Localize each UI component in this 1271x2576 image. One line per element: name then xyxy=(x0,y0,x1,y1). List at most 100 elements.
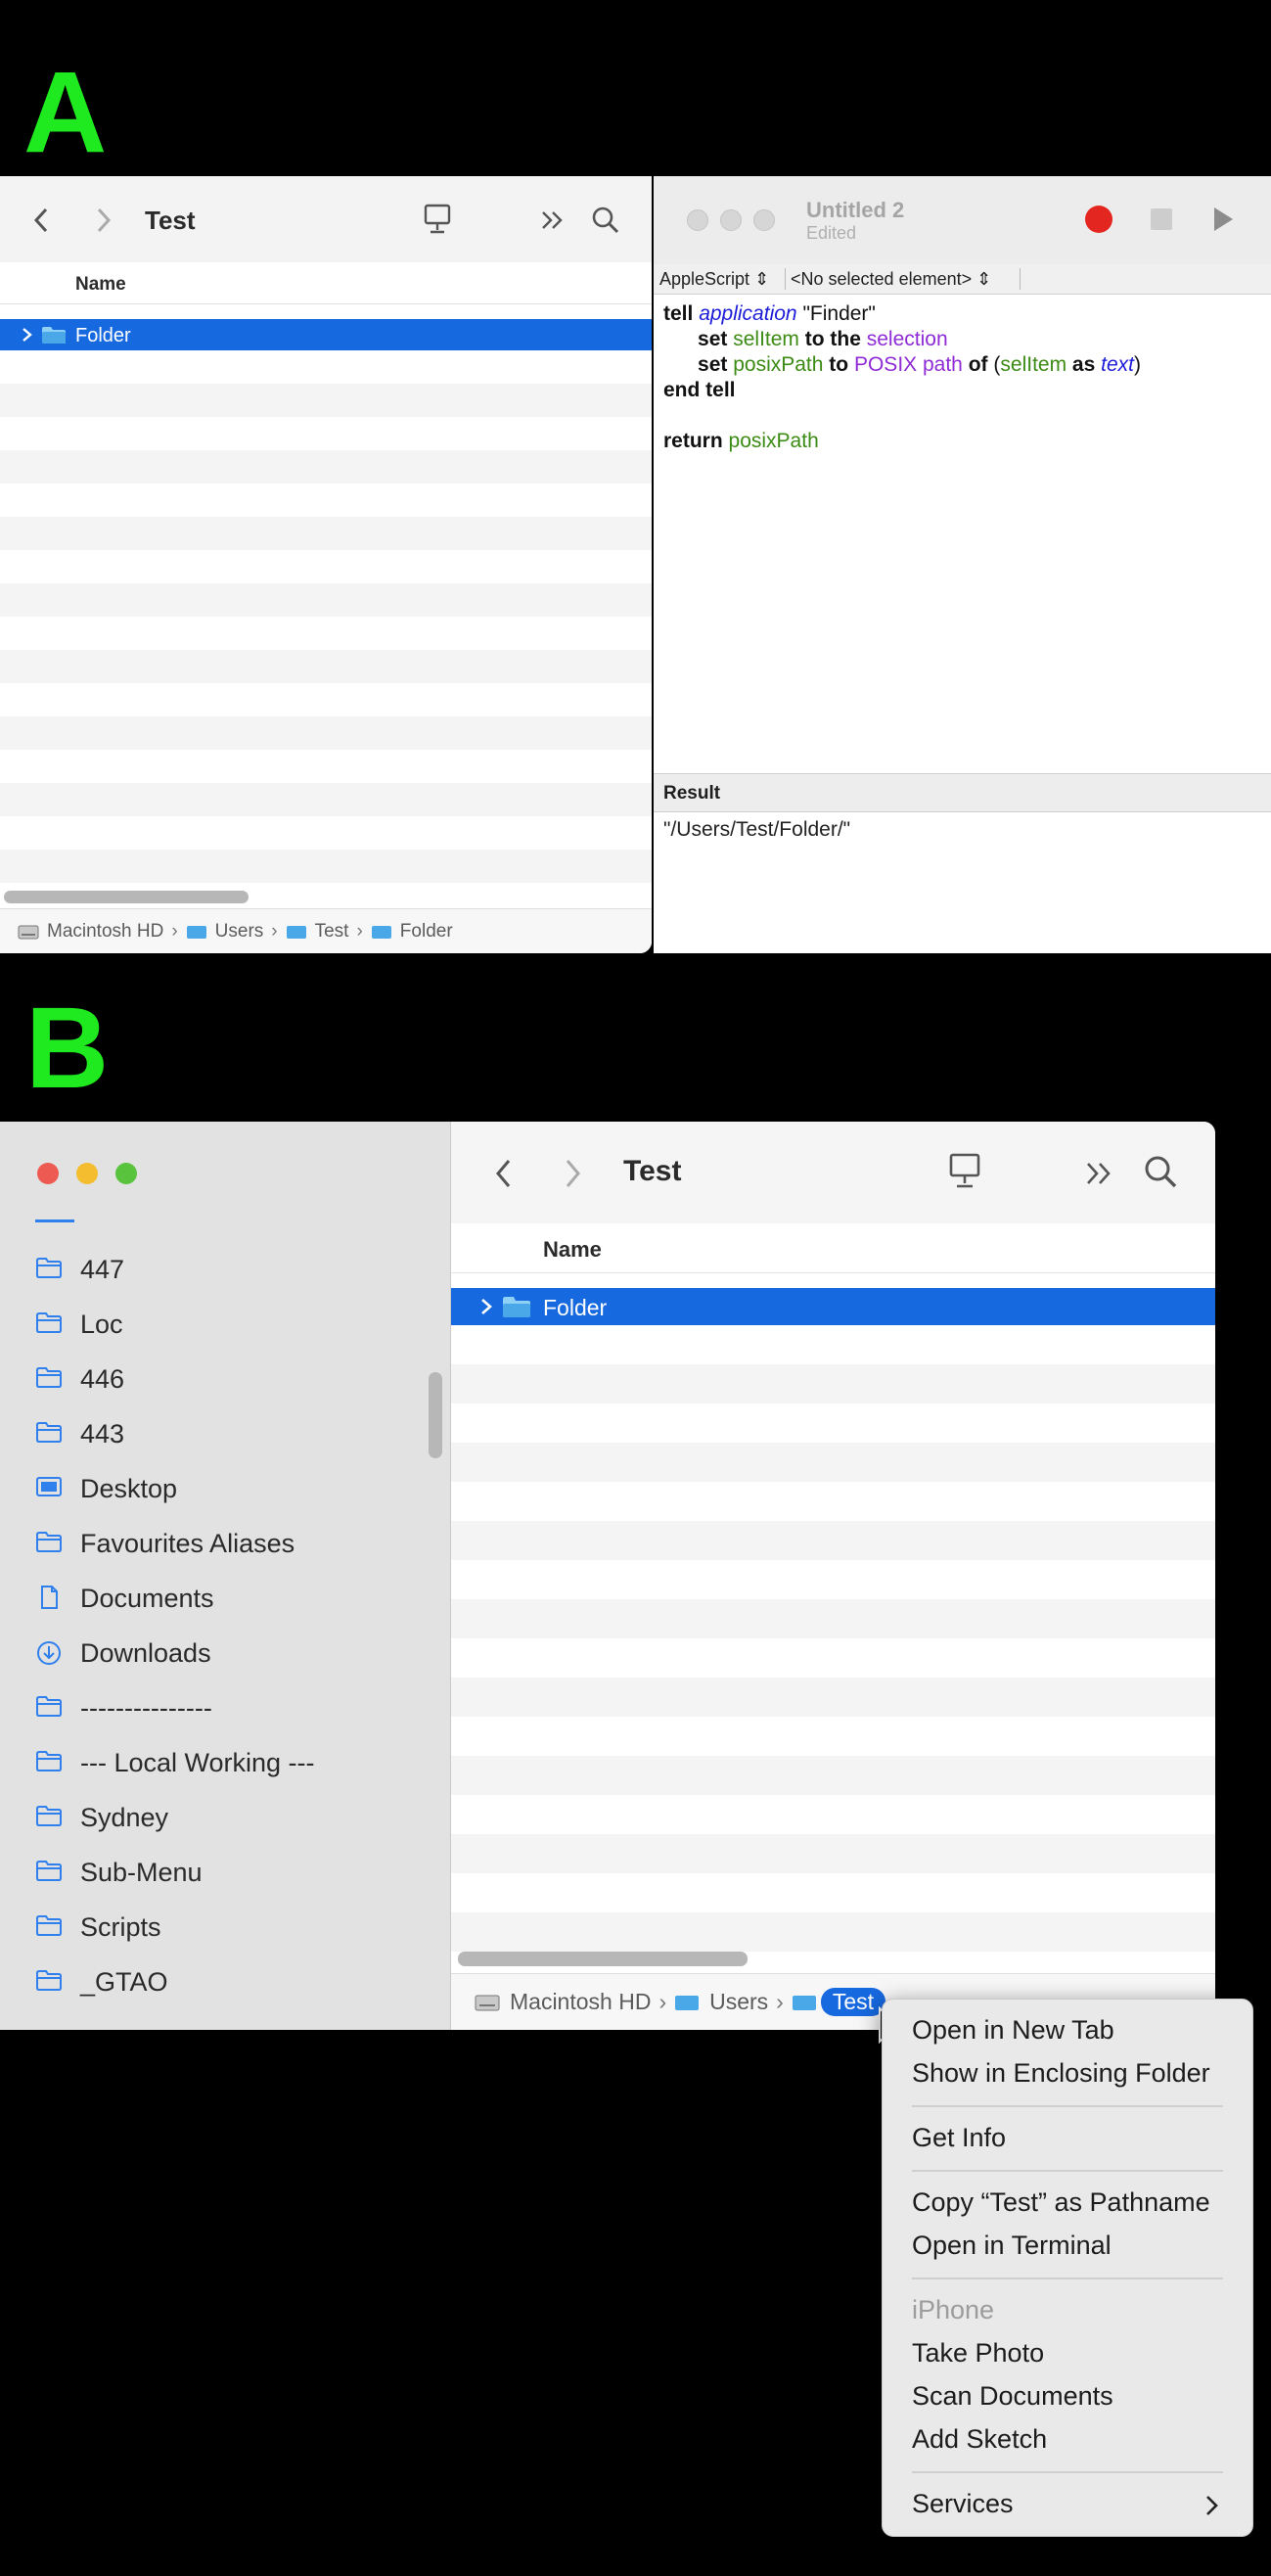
more-toolbar-icon[interactable] xyxy=(540,209,566,231)
script-code-editor[interactable]: tell application "Finder" set selItem to… xyxy=(663,301,1141,454)
sidebar-item[interactable]: --- Local Working --- xyxy=(35,1743,315,1782)
sidebar-item[interactable]: Sydney xyxy=(35,1798,168,1837)
back-icon[interactable] xyxy=(33,207,49,233)
horizontal-scrollbar[interactable] xyxy=(458,1952,748,1966)
close-button[interactable] xyxy=(687,209,708,231)
zoom-button[interactable] xyxy=(753,209,775,231)
window-subtitle: Edited xyxy=(806,223,857,243)
sidebar-item[interactable]: Favourites Aliases xyxy=(35,1524,295,1563)
language-popup[interactable]: AppleScript ⇕ xyxy=(659,269,769,290)
minimize-button[interactable] xyxy=(76,1163,98,1184)
sidebar-item[interactable]: 446 xyxy=(35,1359,124,1399)
disclosure-triangle-icon[interactable] xyxy=(22,327,33,343)
forward-icon[interactable] xyxy=(565,1159,582,1188)
sidebar-item[interactable]: Desktop xyxy=(35,1469,177,1508)
code-token: application xyxy=(699,302,797,325)
path-separator: › xyxy=(171,921,178,942)
path-item-users[interactable]: Users xyxy=(186,921,263,943)
menu-item-get-info[interactable]: Get Info xyxy=(912,2123,1006,2153)
menu-item-show-in-enclosing-folder[interactable]: Show in Enclosing Folder xyxy=(912,2058,1210,2089)
more-toolbar-icon[interactable] xyxy=(1085,1161,1114,1186)
path-item-users[interactable]: Users xyxy=(674,1989,768,2015)
column-header-name[interactable]: Name xyxy=(451,1223,1215,1273)
empty-row xyxy=(0,350,652,384)
horizontal-scrollbar[interactable] xyxy=(4,891,249,903)
sidebar-item[interactable]: Loc xyxy=(35,1305,123,1344)
menu-separator xyxy=(912,2277,1223,2279)
menu-item-add-sketch[interactable]: Add Sketch xyxy=(912,2424,1047,2455)
stop-button[interactable] xyxy=(1151,208,1172,230)
forward-icon[interactable] xyxy=(96,207,112,233)
clipped-sidebar-item xyxy=(35,1210,74,1222)
share-desktop-icon[interactable] xyxy=(423,204,452,235)
search-icon[interactable] xyxy=(591,206,620,235)
empty-row xyxy=(451,1717,1215,1756)
empty-row xyxy=(0,850,652,883)
menu-item-open-in-new-tab[interactable]: Open in New Tab xyxy=(912,2015,1114,2046)
empty-row xyxy=(0,750,652,783)
list-item-folder[interactable]: Folder xyxy=(0,319,652,350)
code-token: selItem xyxy=(1000,353,1067,376)
menu-header-iphone: iPhone xyxy=(912,2295,995,2324)
empty-row xyxy=(451,1443,1215,1482)
sidebar-item[interactable]: Scripts xyxy=(35,1908,161,1947)
path-separator: › xyxy=(658,1989,667,2014)
code-token: selection xyxy=(866,328,948,350)
empty-row xyxy=(0,550,652,583)
folder-icon xyxy=(35,1420,63,1448)
path-item-folder[interactable]: Folder xyxy=(371,921,453,943)
empty-row xyxy=(0,716,652,750)
search-icon[interactable] xyxy=(1144,1155,1179,1190)
list-item-folder[interactable]: Folder xyxy=(451,1288,1215,1325)
empty-row xyxy=(0,417,652,450)
menu-item-take-photo[interactable]: Take Photo xyxy=(912,2338,1044,2369)
menu-item-open-in-terminal[interactable]: Open in Terminal xyxy=(912,2231,1112,2261)
empty-row xyxy=(0,617,652,650)
sidebar-item[interactable]: 447 xyxy=(35,1250,124,1289)
run-button[interactable] xyxy=(1211,206,1235,233)
sidebar-item[interactable]: Documents xyxy=(35,1579,214,1618)
context-menu: Open in New Tab Show in Enclosing Folder… xyxy=(882,1999,1253,2537)
result-value: "/Users/Test/Folder/" xyxy=(663,818,851,841)
sidebar: 447 Loc 446 443 Desktop Favourites Aliases Doc… xyxy=(0,1122,451,2030)
path-item-macintosh-hd[interactable]: Macintosh HD xyxy=(18,921,163,943)
script-editor-window: Untitled 2 Edited AppleScript ⇕ <No sele… xyxy=(654,176,1271,953)
sidebar-item[interactable]: --------------- xyxy=(35,1688,212,1727)
record-button[interactable] xyxy=(1085,206,1112,233)
zoom-button[interactable] xyxy=(115,1163,137,1184)
sidebar-item[interactable]: _GTAO xyxy=(35,1962,168,2001)
sidebar-item-label: --------------- xyxy=(80,1692,212,1723)
sidebar-item-label: Scripts xyxy=(80,1911,161,1942)
code-token: tell xyxy=(663,302,694,325)
code-token: return xyxy=(663,430,723,452)
sidebar-scrollbar[interactable] xyxy=(429,1372,442,1458)
sidebar-item[interactable]: 443 xyxy=(35,1414,124,1453)
submenu-chevron-icon xyxy=(1206,2496,1218,2515)
element-popup[interactable]: <No selected element> ⇕ xyxy=(791,269,991,290)
close-button[interactable] xyxy=(37,1163,59,1184)
menu-item-scan-documents[interactable]: Scan Documents xyxy=(912,2381,1113,2412)
path-item-macintosh-hd[interactable]: Macintosh HD xyxy=(475,1989,651,2015)
share-desktop-icon[interactable] xyxy=(948,1153,981,1190)
panel-label-b: B xyxy=(25,984,110,1113)
folder-icon xyxy=(35,1749,63,1776)
path-item-test-selected[interactable]: Test xyxy=(792,1988,886,2016)
script-editor-toolbar: Untitled 2 Edited AppleScript ⇕ <No sele… xyxy=(654,176,1271,295)
empty-row xyxy=(451,1834,1215,1873)
folder-icon xyxy=(35,1968,63,1996)
folder-icon xyxy=(35,1804,63,1831)
menu-item-copy-as-pathname[interactable]: Copy “Test” as Pathname xyxy=(912,2187,1210,2218)
back-icon[interactable] xyxy=(494,1159,512,1188)
empty-row xyxy=(451,1560,1215,1599)
menu-item-services[interactable]: Services xyxy=(912,2489,1014,2519)
column-header-name[interactable]: Name xyxy=(0,262,652,304)
disclosure-triangle-icon[interactable] xyxy=(480,1298,494,1315)
sidebar-item[interactable]: Downloads xyxy=(35,1633,211,1673)
code-token: ) xyxy=(1133,353,1141,376)
sidebar-item[interactable]: Sub-Menu xyxy=(35,1853,203,1892)
path-item-test[interactable]: Test xyxy=(286,921,348,943)
empty-row xyxy=(451,1403,1215,1443)
empty-row xyxy=(0,783,652,816)
minimize-button[interactable] xyxy=(720,209,742,231)
list-item-label: Folder xyxy=(75,325,131,346)
